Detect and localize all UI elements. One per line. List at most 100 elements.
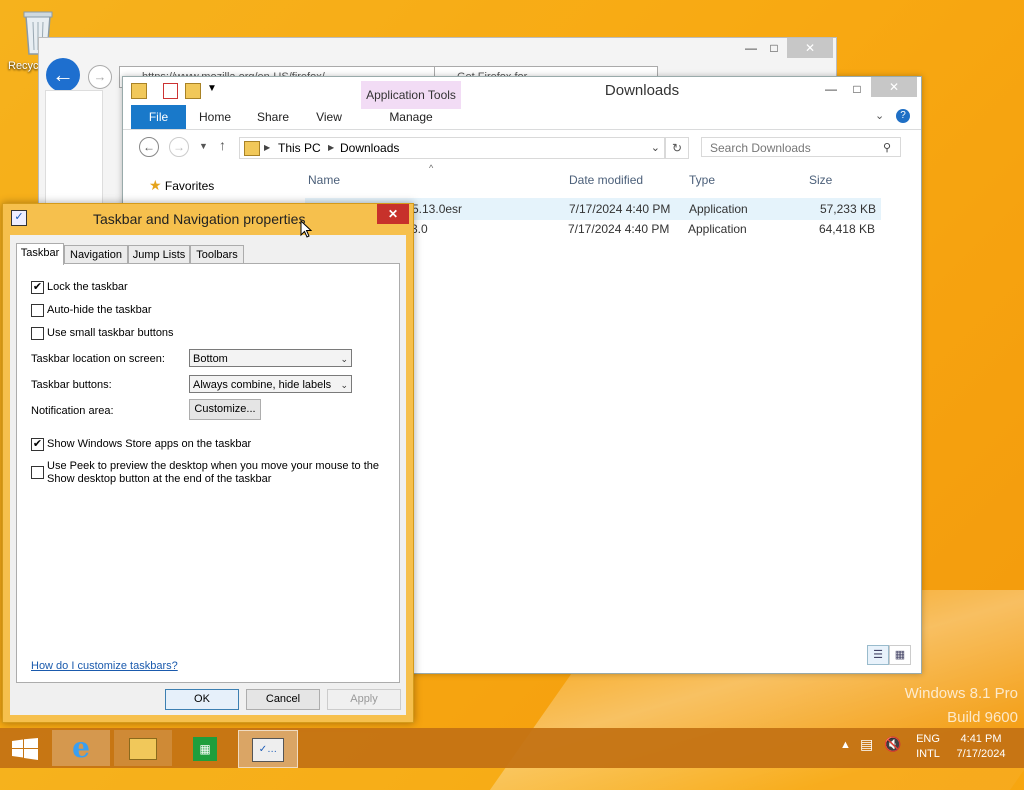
location-label: Taskbar location on screen: — [31, 353, 165, 365]
build-watermark: Build 9600 — [947, 709, 1018, 726]
tab-jump-lists[interactable]: Jump Lists — [128, 245, 190, 264]
lock-taskbar-label: Lock the taskbar — [47, 281, 128, 293]
notification-area-label: Notification area: — [31, 405, 114, 417]
breadcrumb-separator-icon: ▶ — [264, 143, 271, 152]
taskbar-location-select[interactable]: Bottom ⌄ — [189, 349, 352, 367]
search-icon[interactable]: ⚲ — [883, 141, 891, 154]
close-icon[interactable]: ✕ — [377, 204, 409, 224]
input-language-indicator[interactable]: ENG INTL — [910, 732, 946, 762]
close-icon[interactable]: ✕ — [787, 38, 833, 58]
maximize-icon[interactable]: □ — [763, 38, 785, 58]
auto-hide-checkbox[interactable] — [31, 304, 44, 317]
dialog-titlebar: ✓ Taskbar and Navigation properties ✕ — [3, 204, 413, 234]
taskbar-tab-panel: ✔ Lock the taskbar Auto-hide the taskbar… — [16, 263, 400, 683]
tab-view[interactable]: View — [309, 105, 349, 129]
clock-date: 7/17/2024 — [956, 748, 1006, 760]
favorites-label: Favorites — [164, 179, 215, 193]
clock-time: 4:41 PM — [960, 733, 1002, 745]
taskbar: e ▦ ✓… ▲ ▤ 🔇 ENG INTL 4:41 PM 7/17/2024 — [0, 728, 1024, 768]
file-type: Application — [689, 202, 748, 216]
minimize-icon[interactable]: — — [821, 79, 841, 99]
windows-start-icon[interactable] — [12, 738, 38, 763]
store-apps-label: Show Windows Store apps on the taskbar — [47, 438, 252, 450]
downloads-folder-icon — [244, 141, 260, 156]
large-icons-view-icon[interactable]: ▦ — [889, 645, 911, 665]
maximize-icon[interactable]: □ — [845, 79, 869, 99]
back-icon[interactable]: ← — [139, 137, 159, 157]
up-arrow-icon[interactable]: ↑ — [219, 137, 226, 153]
tab-share[interactable]: Share — [251, 105, 295, 129]
column-size[interactable]: Size — [809, 173, 832, 187]
clock[interactable]: 4:41 PM 7/17/2024 — [950, 732, 1012, 762]
forward-icon[interactable]: → — [169, 137, 189, 157]
file-date: 7/17/2024 4:40 PM — [569, 202, 671, 216]
file-date: 7/17/2024 4:40 PM — [568, 222, 670, 236]
breadcrumb-separator-icon: ▶ — [328, 143, 335, 152]
explorer-titlebar: ▼ Downloads — □ ✕ — [123, 77, 921, 105]
tab-navigation[interactable]: Navigation — [64, 245, 128, 264]
auto-hide-label: Auto-hide the taskbar — [47, 304, 152, 316]
tab-file[interactable]: File — [131, 105, 186, 129]
help-link[interactable]: How do I customize taskbars? — [31, 660, 178, 672]
ok-button[interactable]: OK — [165, 689, 239, 710]
lock-taskbar-checkbox[interactable]: ✔ — [31, 281, 44, 294]
file-size: 64,418 KB — [818, 222, 875, 236]
peek-label-line2: Show desktop button at the end of the ta… — [47, 473, 272, 485]
show-hidden-icons-icon[interactable]: ▲ — [840, 738, 851, 753]
language-top: ENG — [916, 733, 940, 745]
minimize-icon[interactable]: — — [741, 38, 761, 58]
internet-explorer-icon[interactable]: e — [52, 730, 110, 766]
address-path[interactable]: ▶ This PC ▶ Downloads ⌄ — [239, 137, 665, 159]
back-arrow-icon[interactable]: ← — [46, 58, 80, 92]
details-view-icon[interactable]: ☰ — [867, 645, 889, 665]
apply-button[interactable]: Apply — [327, 689, 401, 710]
breadcrumb-downloads[interactable]: Downloads — [340, 138, 399, 158]
column-date-modified[interactable]: Date modified — [569, 173, 643, 187]
file-size: 57,233 KB — [819, 202, 876, 216]
taskbar-properties-taskbar-icon[interactable]: ✓… — [238, 730, 298, 768]
search-input[interactable]: Search Downloads — [701, 137, 901, 157]
file-name: 5.13.0esr — [412, 202, 463, 216]
taskbar-buttons-select[interactable]: Always combine, hide labels ⌄ — [189, 375, 352, 393]
dialog-body: Taskbar Navigation Jump Lists Toolbars ✔… — [10, 235, 406, 715]
windows-watermark: Windows 8.1 Pro — [904, 685, 1018, 702]
small-buttons-label: Use small taskbar buttons — [47, 327, 174, 339]
file-type: Application — [688, 222, 747, 236]
peek-label-line1: Use Peek to preview the desktop when you… — [47, 460, 380, 472]
cancel-button[interactable]: Cancel — [246, 689, 320, 710]
store-apps-checkbox[interactable]: ✔ — [31, 438, 44, 451]
tab-home[interactable]: Home — [193, 105, 237, 129]
help-icon[interactable]: ? — [896, 109, 910, 123]
tab-taskbar[interactable]: Taskbar — [16, 243, 64, 265]
refresh-icon[interactable]: ↻ — [665, 137, 689, 159]
volume-muted-icon[interactable]: 🔇 — [884, 737, 901, 752]
ribbon-expand-icon[interactable]: ⌄ — [875, 109, 884, 122]
peek-checkbox[interactable] — [31, 466, 44, 479]
file-explorer-icon[interactable] — [114, 730, 172, 766]
tab-manage[interactable]: Manage — [379, 105, 443, 129]
network-icon[interactable]: ▤ — [860, 737, 873, 752]
close-icon[interactable]: ✕ — [871, 77, 917, 97]
recycle-bin-label: Recyc — [8, 60, 39, 72]
nav-favorites[interactable]: ★ Favorites — [149, 177, 214, 194]
taskbar-properties-icon: ✓ — [11, 210, 27, 226]
tab-toolbars[interactable]: Toolbars — [190, 245, 244, 264]
mouse-cursor-icon — [300, 219, 313, 241]
explorer-title: Downloads — [604, 82, 680, 99]
dialog-title: Taskbar and Navigation properties — [93, 211, 306, 227]
forward-arrow-icon[interactable]: → — [88, 65, 112, 89]
chevron-down-icon: ⌄ — [340, 354, 348, 364]
column-name[interactable]: Name — [308, 173, 340, 187]
small-buttons-checkbox[interactable] — [31, 327, 44, 340]
customize-button[interactable]: Customize... — [189, 399, 261, 420]
recent-locations-icon[interactable]: ▼ — [199, 141, 208, 151]
windows-store-icon[interactable]: ▦ — [176, 730, 234, 766]
ribbon-tabs: File Home Share View Manage ⌄ ? — [123, 105, 921, 130]
breadcrumb-this-pc[interactable]: This PC — [278, 138, 321, 158]
column-type[interactable]: Type — [689, 173, 715, 187]
taskbar-properties-dialog[interactable]: ✓ Taskbar and Navigation properties ✕ Ta… — [2, 203, 414, 723]
chevron-down-icon: ⌄ — [340, 380, 348, 390]
navigation-bar: ← → ▼ ↑ ▶ This PC ▶ Downloads ⌄ ↻ Search… — [123, 133, 921, 163]
path-dropdown-icon[interactable]: ⌄ — [651, 138, 660, 158]
taskbar-buttons-value: Always combine, hide labels — [193, 379, 332, 391]
